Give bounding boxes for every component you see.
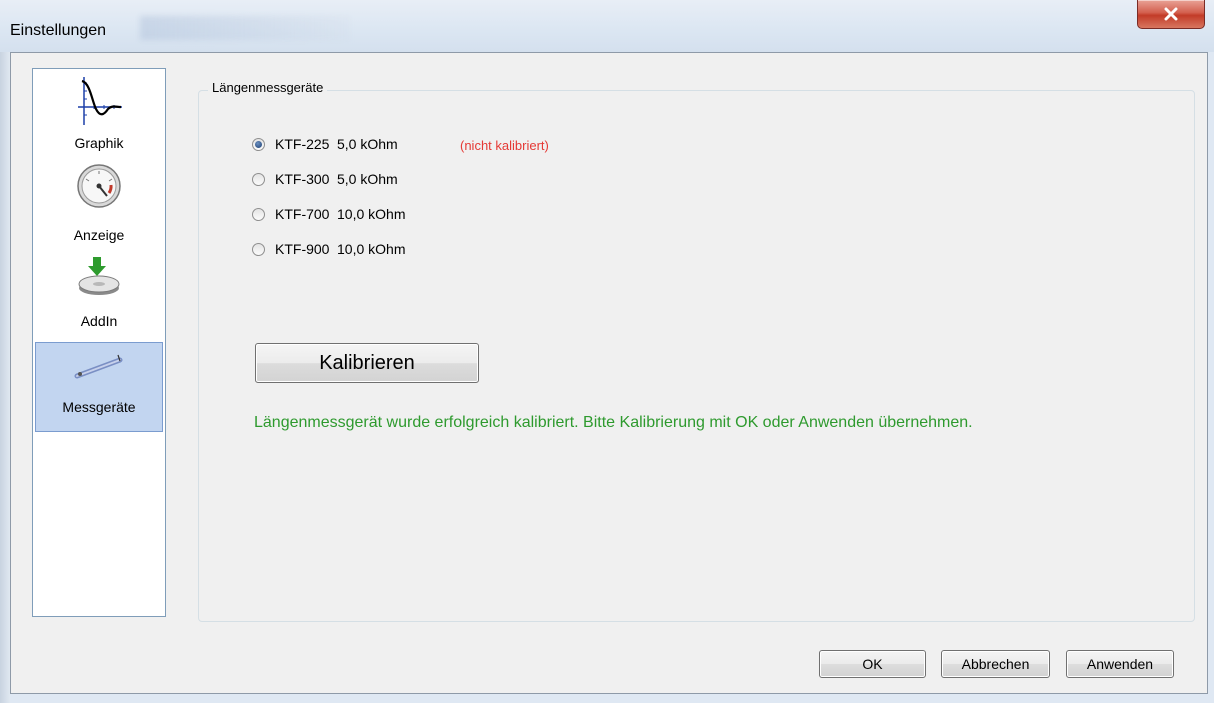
groupbox-title: Längenmessgeräte: [208, 80, 328, 95]
ok-button[interactable]: OK: [819, 650, 926, 678]
close-icon: [1164, 7, 1178, 21]
radio-ktf-900[interactable]: KTF-900 10,0 kOhm: [252, 239, 405, 259]
radio-button[interactable]: [252, 207, 265, 221]
sidebar-item-label: Messgeräte: [62, 399, 136, 415]
window-title: Einstellungen: [10, 22, 107, 39]
title-bar-background-blur: [140, 16, 350, 40]
radio-button[interactable]: [252, 172, 265, 186]
apply-button[interactable]: Anwenden: [1066, 650, 1174, 678]
radio-ktf-700[interactable]: KTF-700 10,0 kOhm: [252, 204, 405, 224]
device-name: KTF-225: [275, 136, 330, 152]
cancel-button[interactable]: Abbrechen: [941, 650, 1050, 678]
dialog-client-area: Graphik Anzeige AddIn Messgeräte Längenm…: [10, 52, 1208, 694]
device-name: KTF-900: [275, 241, 330, 257]
sidebar-item-label: Graphik: [74, 135, 124, 151]
radio-button[interactable]: [252, 242, 265, 256]
calibrate-button[interactable]: Kalibrieren: [255, 343, 479, 383]
radio-ktf-300[interactable]: KTF-300 5,0 kOhm: [252, 169, 398, 189]
sidebar-item-graphik[interactable]: Graphik: [33, 69, 165, 157]
device-resistance: 5,0 kOhm: [337, 171, 398, 187]
graph-curve-icon: [33, 75, 165, 127]
radio-ktf-225[interactable]: KTF-225 5,0 kOhm: [252, 134, 398, 154]
addin-download-icon: [33, 255, 165, 301]
device-name: KTF-700: [275, 206, 330, 222]
measuring-device-icon: [33, 351, 165, 381]
sidebar-item-addin[interactable]: AddIn: [33, 251, 165, 339]
window-frame-left: [0, 52, 10, 703]
device-resistance: 5,0 kOhm: [337, 136, 398, 152]
not-calibrated-note: (nicht kalibriert): [460, 138, 549, 153]
device-resistance: 10,0 kOhm: [337, 206, 406, 222]
sidebar-item-label: AddIn: [80, 313, 118, 329]
sidebar-item-anzeige[interactable]: Anzeige: [33, 159, 165, 247]
sidebar-item-messgeraete[interactable]: Messgeräte: [33, 343, 165, 431]
close-button[interactable]: [1137, 0, 1205, 29]
sidebar-item-label: Anzeige: [73, 227, 125, 243]
device-name: KTF-300: [275, 171, 330, 187]
calibration-status-message: Längenmessgerät wurde erfolgreich kalibr…: [254, 414, 973, 431]
title-bar: Einstellungen: [0, 0, 1214, 52]
settings-sidebar: Graphik Anzeige AddIn Messgeräte: [32, 68, 166, 617]
device-resistance: 10,0 kOhm: [337, 241, 406, 257]
radio-button-checked[interactable]: [252, 137, 265, 151]
gauge-icon: [33, 163, 165, 209]
